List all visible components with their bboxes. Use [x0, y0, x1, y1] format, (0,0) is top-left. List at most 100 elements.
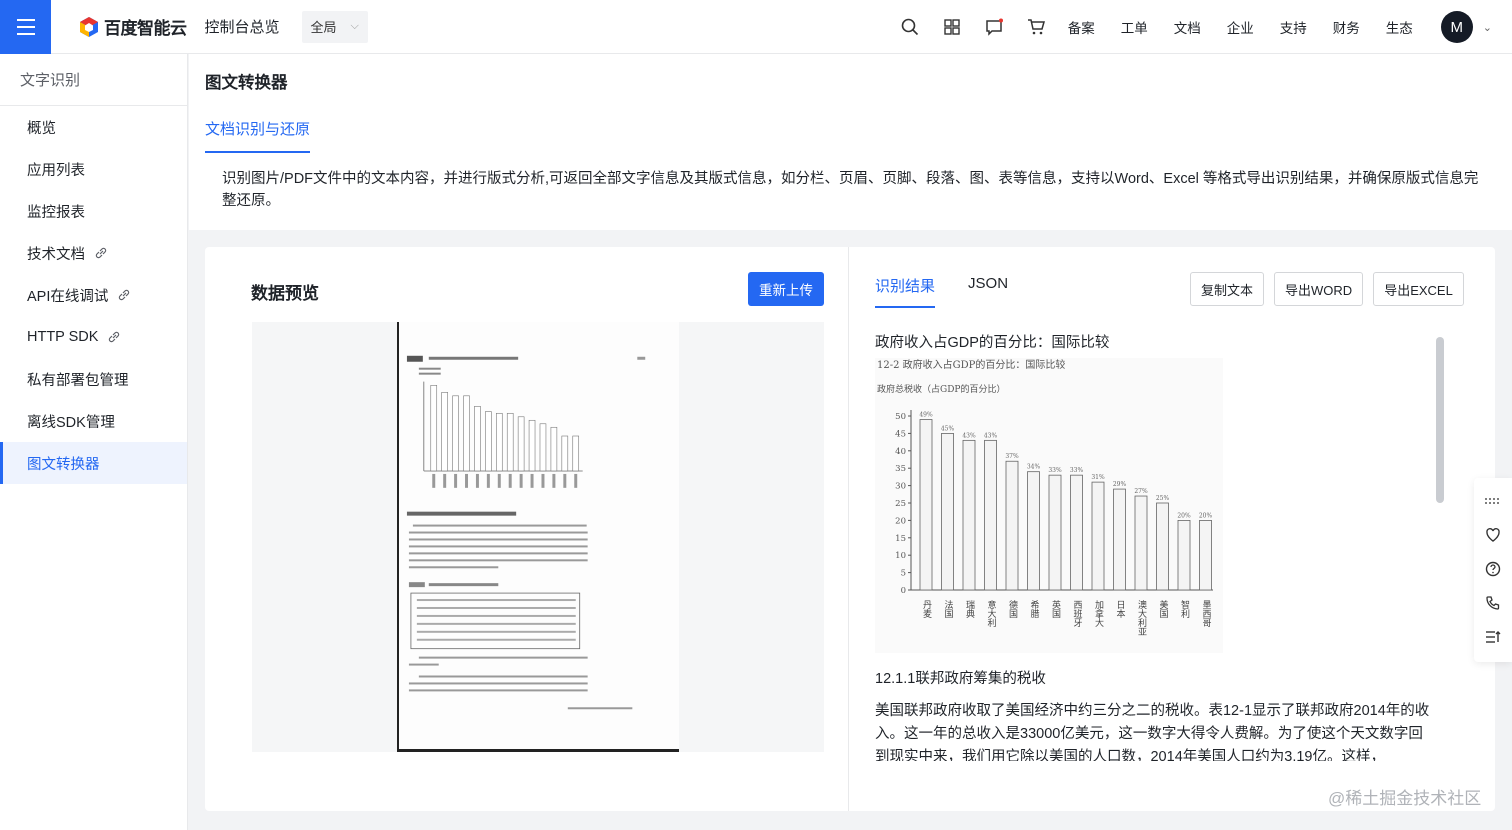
watermark: @稀土掘金技术社区: [1328, 789, 1482, 808]
top-right-nav: 备案 工单 文档 企业 支持 财务 生态 M ⌄: [900, 0, 1512, 54]
bar-value-label: 49%: [919, 411, 933, 418]
x-tick-label: 希腊: [1029, 599, 1040, 619]
back-to-top-icon[interactable]: [1474, 620, 1512, 654]
document-preview[interactable]: [252, 322, 824, 752]
x-tick-label: 澳大利亚: [1136, 599, 1147, 636]
chevron-down-icon[interactable]: ⌄: [1483, 21, 1492, 34]
drag-handle-icon[interactable]: [1474, 484, 1512, 518]
bar: [984, 439, 997, 591]
top-bar: 百度智能云 控制台总览 全局 ⌵ 备案 工单 文档 企业 支持 财务 生态 M …: [0, 0, 1512, 54]
mini-bar-label: [486, 473, 490, 488]
bar-value-label: 33%: [1070, 467, 1084, 474]
mini-bar-label: [552, 473, 556, 488]
grid-icon[interactable]: [942, 17, 962, 37]
mini-bar-label: [443, 473, 447, 488]
mini-bar-label: [563, 473, 567, 488]
mini-bar: [517, 416, 525, 472]
console-overview-link[interactable]: 控制台总览: [205, 16, 280, 37]
brand-name: 百度智能云: [104, 19, 187, 38]
page-description: 识别图片/PDF文件中的文本内容，并进行版式分析,可返回全部文字信息及其版式信息…: [222, 171, 1479, 209]
reupload-button[interactable]: 重新上传: [748, 272, 824, 306]
cart-icon[interactable]: [1026, 17, 1046, 37]
x-tick-label: 美国: [1158, 599, 1169, 619]
bar: [1048, 474, 1062, 591]
nav-docs[interactable]: 文档: [1174, 17, 1201, 37]
heart-icon[interactable]: [1474, 518, 1512, 552]
nav-ecosystem[interactable]: 生态: [1386, 17, 1413, 37]
message-icon[interactable]: [984, 17, 1004, 37]
tab-doc-recognition[interactable]: 文档识别与还原: [205, 118, 311, 153]
phone-icon[interactable]: [1474, 586, 1512, 620]
help-icon[interactable]: [1474, 552, 1512, 586]
x-tick-label: 西班牙: [1072, 600, 1083, 628]
nav-beian[interactable]: 备案: [1068, 17, 1095, 37]
menu-button[interactable]: [0, 0, 51, 54]
mini-bar-label: [519, 473, 523, 488]
result-content[interactable]: 政府收入占GDP的百分比：国际比较 12-2 政府收入占GDP的百分比：国际比较…: [875, 325, 1455, 761]
sidebar-item-monitor[interactable]: 监控报表: [0, 190, 187, 232]
tab-json[interactable]: JSON: [968, 275, 1008, 308]
y-tick-label: 25: [895, 499, 906, 509]
chevron-down-icon: ⌵: [350, 20, 359, 32]
sidebar-item-api-debug[interactable]: API在线调试: [0, 274, 187, 316]
x-tick-label: 智利: [1179, 599, 1190, 618]
x-tick-label: 日本: [1115, 600, 1126, 619]
bar: [941, 433, 954, 591]
sidebar-item-private-deploy[interactable]: 私有部署包管理: [0, 358, 187, 400]
search-icon[interactable]: [900, 17, 920, 37]
mini-bar: [550, 426, 558, 472]
nav-finance[interactable]: 财务: [1333, 17, 1360, 37]
sidebar-item-app-list[interactable]: 应用列表: [0, 148, 187, 190]
sidebar-item-http-sdk[interactable]: HTTP SDK: [0, 316, 187, 358]
y-tick-label: 35: [895, 464, 906, 474]
x-tick-label: 意大利: [986, 599, 997, 627]
mini-bar-label: [465, 473, 469, 488]
region-value: 全局: [310, 20, 337, 35]
sidebar-item-overview[interactable]: 概览: [0, 106, 187, 148]
bar-value-label: 34%: [1027, 464, 1041, 471]
y-tick-label: 30: [895, 482, 906, 492]
export-word-button[interactable]: 导出WORD: [1274, 272, 1364, 306]
mini-bar: [452, 395, 459, 472]
mini-bar-label: [530, 473, 534, 488]
result-scrollbar[interactable]: [1436, 337, 1444, 503]
y-tick-label: 40: [895, 447, 906, 457]
bar: [1091, 481, 1105, 591]
bar-value-label: 25%: [1156, 495, 1170, 502]
nav-ticket[interactable]: 工单: [1121, 17, 1148, 37]
mini-bar: [506, 412, 514, 472]
mini-bar: [539, 423, 547, 472]
bar-value-label: 43%: [962, 432, 976, 439]
bar: [1156, 502, 1169, 591]
region-select[interactable]: 全局 ⌵: [301, 10, 368, 43]
logo[interactable]: 百度智能云: [78, 14, 187, 39]
sidebar: 文字识别 概览 应用列表 监控报表 技术文档 API在线调试 HTTP SDK …: [0, 54, 188, 830]
chart-ylabel: 政府总税收（占GDP的百分比）: [877, 383, 1005, 395]
mini-bar: [561, 435, 569, 472]
mini-bar: [441, 392, 448, 472]
external-link-icon: [109, 331, 120, 343]
sidebar-item-image-converter[interactable]: 图文转换器: [0, 442, 187, 484]
bar: [1134, 495, 1148, 591]
sidebar-item-offline-sdk[interactable]: 离线SDK管理: [0, 400, 187, 442]
mini-bar: [474, 406, 481, 472]
export-excel-button[interactable]: 导出EXCEL: [1373, 272, 1464, 306]
mini-bar: [485, 411, 492, 472]
y-tick-label: 20: [895, 516, 906, 526]
nav-enterprise[interactable]: 企业: [1227, 17, 1254, 37]
copy-text-button[interactable]: 复制文本: [1190, 272, 1265, 306]
page-title: 图文转换器: [205, 74, 288, 92]
chart-svg: 12-2 政府收入占GDP的百分比：国际比较 政府总税收（占GDP的百分比） 0…: [877, 358, 1213, 636]
tab-result[interactable]: 识别结果: [875, 275, 936, 308]
nav-support[interactable]: 支持: [1280, 17, 1307, 37]
y-tick-label: 10: [895, 551, 906, 561]
bar: [1070, 474, 1083, 591]
sidebar-item-label: 图文转换器: [27, 456, 100, 473]
sidebar-item-tech-docs[interactable]: 技术文档: [0, 232, 187, 274]
mini-bar: [463, 395, 470, 472]
bar-value-label: 33%: [1048, 467, 1062, 474]
panel-divider: [848, 247, 849, 811]
x-tick-label: 法国: [943, 599, 954, 619]
avatar[interactable]: M: [1440, 11, 1473, 43]
sidebar-item-label: 概览: [27, 120, 56, 137]
